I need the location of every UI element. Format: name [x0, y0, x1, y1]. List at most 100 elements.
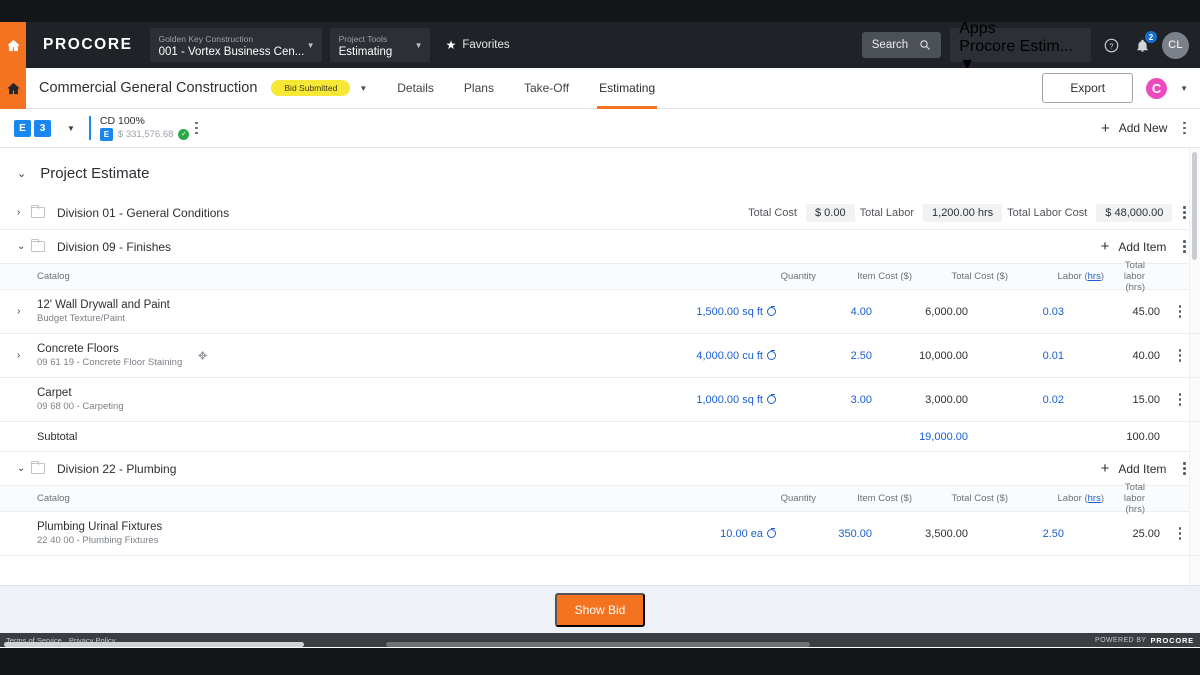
estimate-version-amount-row: E $ 331,576.68 ✓ [100, 128, 189, 141]
division-row-09[interactable]: ⌄ Division 09 - Finishes + Add Item [0, 230, 1200, 264]
total-labor-label: Total Labor [860, 207, 914, 219]
chevron-right-icon[interactable]: › [17, 350, 30, 361]
show-bid-button[interactable]: Show Bid [555, 593, 646, 627]
add-item-label: Add Item [1118, 462, 1166, 476]
add-new-label: Add New [1119, 121, 1168, 135]
company-project-selector[interactable]: Golden Key Construction 001 - Vortex Bus… [150, 28, 322, 62]
help-button[interactable]: ? [1100, 34, 1122, 56]
home-button[interactable] [0, 22, 26, 68]
division-row-22[interactable]: ⌄ Division 22 - Plumbing + Add Item [0, 452, 1200, 486]
search-button[interactable]: Search [862, 32, 941, 58]
item-quantity[interactable]: 1,500.00 sq ft [666, 306, 776, 318]
project-header: Commercial General Construction Bid Subm… [0, 68, 1200, 109]
row-menu-button[interactable] [1160, 523, 1200, 544]
row-menu-button[interactable] [1160, 345, 1200, 366]
project-estimate-section-header[interactable]: ⌄ Project Estimate [0, 148, 1200, 196]
item-quantity[interactable]: 1,000.00 sq ft [666, 394, 776, 406]
tab-details[interactable]: Details [397, 68, 434, 109]
estimate-toolbar: E 3 ▼ CD 100% E $ 331,576.68 ✓ + Add New [0, 109, 1200, 148]
tab-estimating[interactable]: Estimating [599, 68, 655, 109]
item-labor[interactable]: 2.50 [968, 528, 1064, 540]
item-catalog-cell: Carpet 09 68 00 - Carpeting [30, 387, 666, 412]
global-nav-right: Search Apps Procore Estim... ▼ ? 2 CL [862, 28, 1200, 62]
procore-logo: PROCORE [43, 36, 133, 54]
copilot-icon[interactable]: C [1146, 78, 1167, 99]
total-labor-cost-label: Total Labor Cost [1007, 207, 1087, 219]
division-01-total-labor: Total Labor 1,200.00 hrs [860, 204, 1003, 222]
toolbar-overflow-menu-button[interactable] [1177, 118, 1192, 139]
table-row[interactable]: Carpet 09 68 00 - Carpeting 1,000.00 sq … [0, 378, 1200, 422]
avatar[interactable]: CL [1162, 32, 1189, 59]
export-button[interactable]: Export [1042, 73, 1133, 103]
item-cost[interactable]: 2.50 [776, 350, 872, 362]
chevron-down-icon: ▼ [307, 41, 315, 50]
home-icon [6, 38, 21, 53]
project-tools-selector[interactable]: Project Tools Estimating ▼ [330, 28, 430, 62]
item-name: Concrete Floors [37, 343, 666, 355]
column-total-cost: Total Cost ($) [912, 271, 1008, 282]
show-bid-bar: Show Bid [0, 585, 1200, 633]
column-header-row-22: Catalog Quantity Item Cost ($) Total Cos… [0, 486, 1200, 512]
company-label: Golden Key Construction [159, 34, 314, 45]
item-total-labor: 45.00 [1064, 306, 1160, 318]
estimate-amount: $ 331,576.68 [118, 128, 173, 141]
chevron-down-icon[interactable]: ⌄ [17, 241, 30, 252]
screenshot-root: PROCORE Golden Key Construction 001 - Vo… [0, 0, 1200, 675]
letterbox-top [0, 0, 1200, 22]
horizontal-scrollbar-thumb-left[interactable] [4, 642, 304, 647]
status-badge: Bid Submitted [271, 80, 350, 96]
notifications-button[interactable]: 2 [1131, 34, 1153, 56]
search-icon [919, 39, 931, 51]
estimate-version-card[interactable]: CD 100% E $ 331,576.68 ✓ [100, 115, 189, 141]
item-quantity[interactable]: 10.00 ea [666, 528, 776, 540]
estimate-badge: E [100, 128, 113, 141]
chevron-down-icon[interactable]: ▼ [1180, 84, 1188, 93]
tab-plans[interactable]: Plans [464, 68, 494, 109]
table-row[interactable]: › 12' Wall Drywall and Paint Budget Text… [0, 290, 1200, 334]
table-row[interactable]: › Concrete Floors 09 61 19 - Concrete Fl… [0, 334, 1200, 378]
plus-icon: + [1101, 239, 1110, 254]
division-row-01[interactable]: › Division 01 - General Conditions Total… [0, 196, 1200, 230]
status-dropdown-chevron-icon[interactable]: ▼ [359, 84, 367, 93]
add-new-button[interactable]: + Add New [1095, 116, 1173, 141]
help-icon: ? [1104, 38, 1119, 53]
item-cost[interactable]: 4.00 [776, 306, 872, 318]
subtotal-total-cost: 19,000.00 [872, 431, 968, 443]
subtotal-total-labor: 100.00 [1064, 431, 1160, 443]
item-quantity[interactable]: 4,000.00 cu ft [666, 350, 776, 362]
chevron-right-icon[interactable]: › [17, 207, 30, 218]
column-catalog: Catalog [0, 271, 706, 282]
horizontal-scrollbar[interactable] [0, 641, 1200, 648]
item-labor[interactable]: 0.01 [968, 350, 1064, 362]
apps-selector[interactable]: Apps Procore Estim... ▼ [950, 28, 1091, 62]
drag-handle-cursor-icon[interactable]: ✥ [198, 349, 207, 362]
item-subtitle: 09 61 19 - Concrete Floor Staining [37, 357, 666, 368]
favorites-button[interactable]: ★ Favorites [446, 38, 510, 52]
table-row[interactable]: Plumbing Urinal Fixtures 22 40 00 - Plum… [0, 512, 1200, 556]
row-menu-button[interactable] [1160, 389, 1200, 410]
division-09-add-item-button[interactable]: + Add Item [1095, 235, 1173, 258]
division-22-add-item-button[interactable]: + Add Item [1095, 457, 1173, 480]
refresh-icon [767, 351, 776, 360]
svg-text:?: ? [1109, 41, 1113, 50]
item-cost[interactable]: 3.00 [776, 394, 872, 406]
subtotal-row: Subtotal 19,000.00 100.00 [0, 422, 1200, 452]
project-home-button[interactable] [0, 68, 26, 109]
labor-hrs-link[interactable]: hrs [1088, 493, 1101, 504]
apps-label: Apps [959, 22, 1073, 38]
item-cost[interactable]: 350.00 [776, 528, 872, 540]
item-labor[interactable]: 0.03 [968, 306, 1064, 318]
item-catalog-cell: Plumbing Urinal Fixtures 22 40 00 - Plum… [30, 521, 666, 546]
chevron-right-icon[interactable]: › [17, 306, 30, 317]
estimate-version-menu-button[interactable] [189, 118, 204, 139]
row-menu-button[interactable] [1160, 301, 1200, 322]
vertical-scrollbar-thumb[interactable] [1192, 152, 1197, 260]
column-total-labor: Total labor (hrs) [1104, 260, 1200, 293]
labor-hrs-link[interactable]: hrs [1088, 271, 1101, 282]
horizontal-scrollbar-thumb-right[interactable] [386, 642, 810, 647]
chevron-down-icon[interactable]: ⌄ [17, 167, 26, 180]
chevron-down-icon[interactable]: ⌄ [17, 463, 30, 474]
tab-take-off[interactable]: Take-Off [524, 68, 569, 109]
item-labor[interactable]: 0.02 [968, 394, 1064, 406]
estimate-selector-chevron-icon[interactable]: ▼ [67, 124, 75, 133]
